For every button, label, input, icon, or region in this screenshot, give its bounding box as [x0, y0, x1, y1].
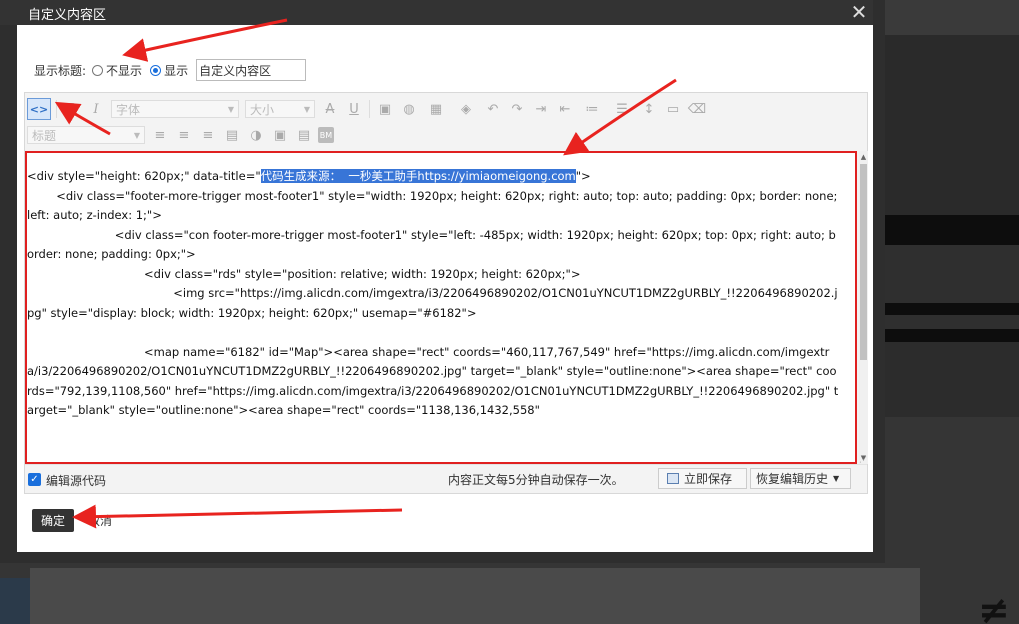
toolbar-row-1: <> B I 字体 ▼ 大小 ▼ A U ▣ ◍ ▦ ◈ ↶ ↷ ⇥ ⇤ ≔ ☰… — [25, 97, 709, 121]
source-code-text: <img src="https://img.alicdn.com/imgextr… — [27, 286, 838, 320]
indent-icon[interactable]: ⇥ — [531, 99, 551, 119]
toolbar-divider — [369, 100, 370, 118]
dialog-title: 自定义内容区 — [28, 8, 107, 23]
title-input[interactable] — [196, 59, 307, 81]
cancel-button[interactable]: 取消 — [88, 512, 112, 529]
floppy-disk-icon — [667, 473, 679, 484]
radio-show-label: 显示 — [164, 63, 189, 78]
source-code-text: <div class="footer-more-trigger most-foo… — [27, 188, 842, 223]
align-right-icon[interactable]: ≡ — [198, 125, 218, 145]
font-family-label: 字体 — [116, 102, 141, 117]
source-code-line: <div class="rds" style="position: relati… — [27, 265, 839, 285]
background-thumbnail — [0, 578, 30, 624]
restore-history-button[interactable]: 恢复编辑历史 ▼ — [750, 468, 851, 489]
outdent-icon[interactable]: ⇤ — [555, 99, 575, 119]
globe-link-icon[interactable]: ◍ — [399, 99, 419, 119]
source-code-text: <div class="rds" style="position: relati… — [27, 266, 581, 281]
source-code-line: <div class="con footer-more-trigger most… — [27, 226, 839, 265]
bold-icon[interactable]: B — [62, 99, 82, 119]
align-center-icon[interactable]: ≡ — [174, 125, 194, 145]
ordered-list-icon[interactable]: ☰ — [609, 99, 635, 119]
restore-history-label: 恢复编辑历史 — [756, 472, 829, 486]
source-code-line: <div class="footer-more-trigger most-foo… — [27, 187, 839, 226]
font-size-label: 大小 — [250, 102, 275, 117]
source-code-content[interactable]: <div style="height: 620px;" data-title="… — [27, 167, 839, 421]
chevron-down-icon: ▼ — [303, 104, 310, 114]
background-color-icon[interactable]: ◈ — [453, 99, 479, 119]
clear-format-icon[interactable]: ⌫ — [687, 99, 707, 119]
background-content-block — [30, 568, 920, 624]
rich-text-editor: <> B I 字体 ▼ 大小 ▼ A U ▣ ◍ ▦ ◈ ↶ ↷ ⇥ ⇤ ≔ ☰… — [24, 92, 868, 494]
save-now-label: 立即保存 — [684, 472, 733, 486]
source-code-line — [27, 323, 839, 343]
editor-statusbar: ✓ 编辑源代码 内容正文每5分钟自动保存一次。 立即保存 恢复编辑历史 ▼ ⋰ — [25, 456, 867, 493]
chevron-down-icon: ▼ — [227, 104, 234, 114]
source-code-text: <map name="6182" id="Map"><area shape="r… — [27, 344, 839, 418]
source-code-line: <img src="https://img.alicdn.com/imgextr… — [27, 284, 839, 323]
close-icon[interactable]: ✕ — [848, 1, 870, 23]
chevron-down-icon: ▼ — [133, 130, 140, 140]
source-code-text: "> — [575, 169, 591, 183]
editor-toolbar: <> B I 字体 ▼ 大小 ▼ A U ▣ ◍ ▦ ◈ ↶ ↷ ⇥ ⇤ ≔ ☰… — [25, 93, 867, 151]
heading-select[interactable]: 标题 ▼ — [27, 126, 145, 144]
toolbar-divider — [56, 100, 57, 118]
edit-source-label[interactable]: 编辑源代码 — [46, 472, 106, 489]
text-color-icon[interactable]: ▦ — [423, 99, 449, 119]
dialog-footer: 确定 取消 — [32, 509, 112, 532]
font-size-select[interactable]: 大小 ▼ — [245, 100, 315, 118]
image-icon[interactable]: ▣ — [375, 99, 395, 119]
checkbox-checked-icon[interactable]: ✓ — [28, 473, 41, 486]
custom-content-dialog: 自定义内容区 ✕ 显示标题: 不显示 显示 <> B I — [0, 0, 885, 563]
radio-show-title[interactable]: 显示 — [150, 62, 188, 79]
bm-icon[interactable]: BM — [318, 127, 334, 143]
scrollbar-thumb[interactable] — [860, 164, 867, 360]
line-height-icon[interactable]: ↕ — [639, 99, 659, 119]
background-heading-fragment: ≠ — [978, 588, 1010, 624]
show-title-label: 显示标题: — [34, 63, 87, 78]
toolbar-row-2: 标题 ▼ ≡ ≡ ≡ ▤ ◑ ▣ ▤ BM — [25, 123, 336, 147]
autosave-notice: 内容正文每5分钟自动保存一次。 — [448, 473, 624, 487]
undo-icon[interactable]: ↶ — [483, 99, 503, 119]
italic-icon[interactable]: I — [86, 99, 106, 119]
source-code-line: <map name="6182" id="Map"><area shape="r… — [27, 343, 839, 421]
radio-hide-title[interactable]: 不显示 — [92, 62, 142, 79]
source-code-text: <div style="height: 620px;" data-title=" — [27, 169, 261, 183]
media-icon[interactable]: ▣ — [270, 125, 290, 145]
radio-hide-label: 不显示 — [106, 63, 143, 78]
font-family-select[interactable]: 字体 ▼ — [111, 100, 239, 118]
confirm-button[interactable]: 确定 — [32, 509, 74, 532]
unordered-list-icon[interactable]: ≔ — [579, 99, 605, 119]
align-left-icon[interactable]: ≡ — [150, 125, 170, 145]
show-title-row: 显示标题: 不显示 显示 — [34, 59, 307, 81]
source-code-line: <div style="height: 620px;" data-title="… — [27, 167, 839, 187]
source-code-textarea[interactable]: <div style="height: 620px;" data-title="… — [25, 151, 857, 464]
source-code-icon[interactable]: <> — [27, 98, 51, 120]
redo-icon[interactable]: ↷ — [507, 99, 527, 119]
dialog-body: 显示标题: 不显示 显示 <> B I 字体 ▼ — [17, 25, 873, 552]
template-icon[interactable]: ▤ — [294, 125, 314, 145]
source-code-text: <div class="con footer-more-trigger most… — [27, 227, 836, 262]
underline-icon[interactable]: U — [344, 99, 364, 119]
scroll-up-icon[interactable]: ▲ — [859, 151, 868, 163]
strikethrough-icon[interactable]: A — [320, 99, 340, 119]
save-now-button[interactable]: 立即保存 — [658, 468, 747, 489]
dialog-titlebar[interactable]: 自定义内容区 ✕ — [0, 0, 873, 25]
selected-text-highlight: 代码生成来源： 一秒美工助手https://yimiaomeigong.com — [260, 169, 576, 183]
chevron-down-icon: ▼ — [833, 474, 840, 483]
preview-icon[interactable]: ▭ — [663, 99, 683, 119]
vertical-scrollbar[interactable]: ▲ ▼ — [859, 151, 868, 464]
resize-grip-icon[interactable]: ⋰ — [859, 456, 867, 464]
table-icon[interactable]: ▤ — [222, 125, 242, 145]
radio-button-selected-icon[interactable] — [150, 64, 162, 76]
radio-button-icon[interactable] — [92, 64, 104, 76]
heading-label: 标题 — [32, 128, 57, 143]
sunglasses-icon[interactable]: ◑ — [246, 125, 266, 145]
